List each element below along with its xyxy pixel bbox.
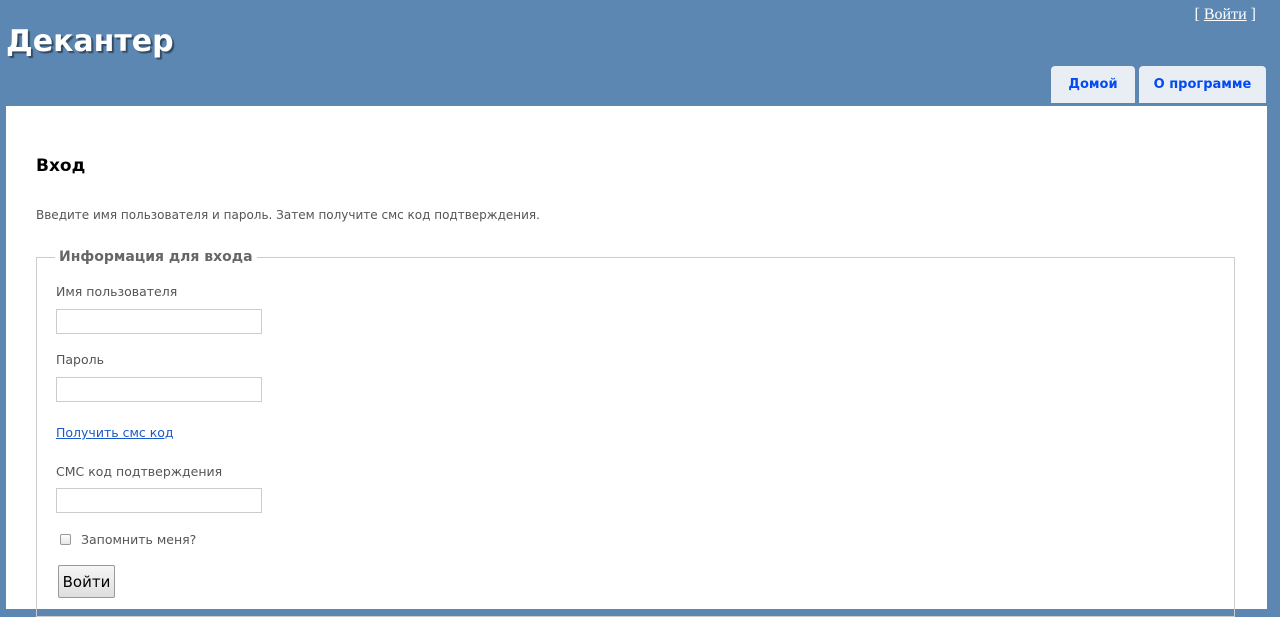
main-content: Вход Введите имя пользователя и пароль. …	[6, 106, 1267, 617]
username-input[interactable]	[56, 309, 262, 334]
page-title: Вход	[36, 156, 86, 176]
page-header: Декантер [ Войти ] Домой О программе	[0, 0, 1280, 106]
get-sms-code-link[interactable]: Получить смс код	[56, 425, 174, 440]
username-label: Имя пользователя	[56, 284, 178, 299]
password-input[interactable]	[56, 377, 262, 402]
sms-code-input[interactable]	[56, 488, 262, 513]
main-menu: Домой О программе	[1051, 66, 1266, 103]
password-label: Пароль	[56, 352, 104, 367]
login-display: [ Войти ]	[1195, 6, 1256, 24]
login-submit-button[interactable]: Войти	[58, 565, 115, 598]
login-fieldset: Информация для входа Имя пользователя Па…	[36, 249, 1235, 617]
remember-me-label[interactable]: Запомнить меня?	[81, 532, 196, 547]
tab-about[interactable]: О программе	[1139, 66, 1266, 103]
login-link[interactable]: Войти	[1204, 6, 1247, 23]
remember-me-checkbox[interactable]	[60, 534, 71, 545]
fieldset-legend: Информация для входа	[55, 249, 257, 265]
tab-home[interactable]: Домой	[1051, 66, 1135, 103]
intro-text: Введите имя пользователя и пароль. Затем…	[36, 208, 540, 222]
login-bracket-close: ]	[1250, 6, 1256, 23]
sms-code-label: СМС код подтверждения	[56, 464, 223, 479]
remember-me-row: Запомнить меня?	[60, 532, 196, 547]
login-bracket-open: [	[1194, 6, 1200, 23]
app-title: Декантер	[6, 24, 174, 59]
